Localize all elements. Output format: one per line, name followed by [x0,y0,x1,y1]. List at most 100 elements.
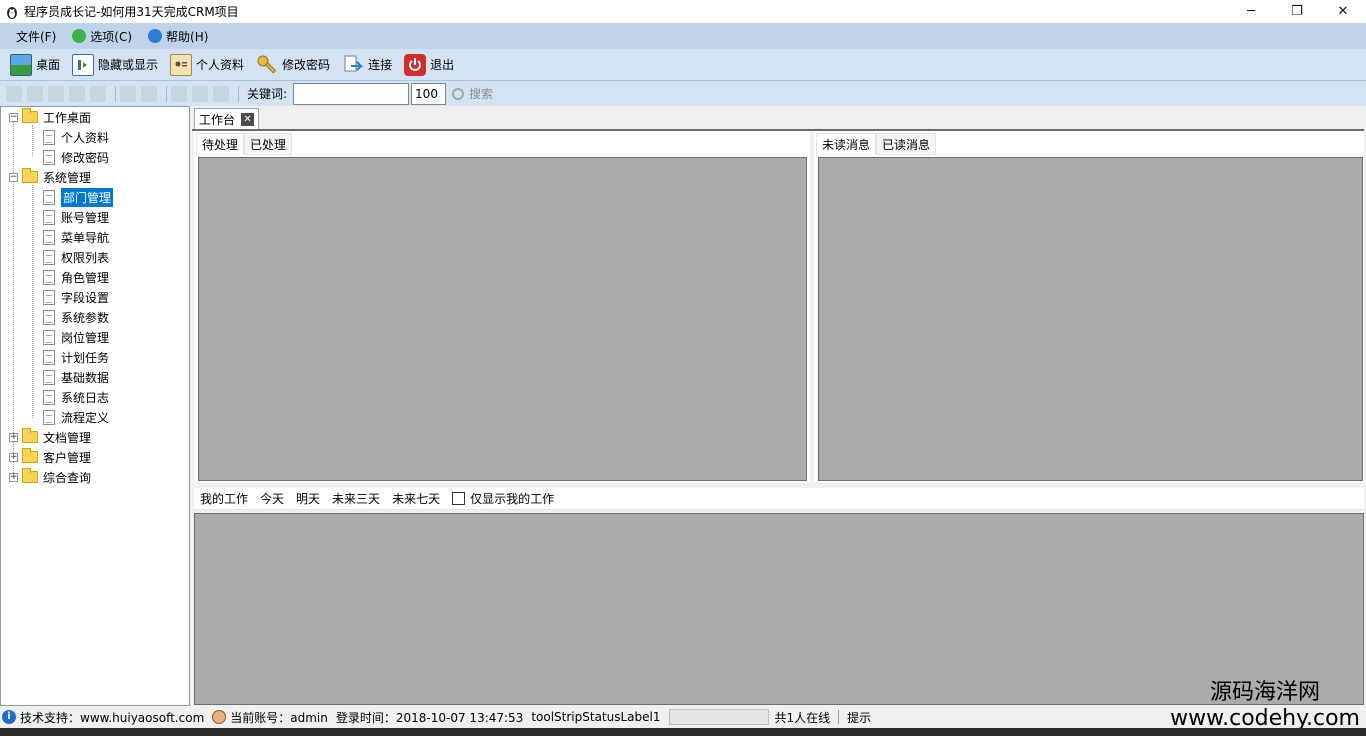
tab-next-seven-days[interactable]: 未来七天 [386,488,446,510]
document-icon [43,209,55,225]
tree-node-item[interactable]: 修改密码 [43,147,109,167]
menu-options[interactable]: 选项(C) [64,25,140,47]
keyword-input[interactable] [293,82,410,105]
work-grid[interactable] [194,513,1364,705]
document-icon [43,249,55,265]
status-separator [838,710,840,724]
refresh-icon[interactable] [6,85,22,102]
document-icon [43,369,55,385]
tab-unread-messages[interactable]: 未读消息 [816,133,877,155]
only-mine-checkbox[interactable]: 仅显示我的工作 [446,488,560,510]
tree-node-item[interactable]: 账号管理 [43,207,109,227]
menu-help[interactable]: 帮助(H) [140,25,216,47]
save-icon[interactable] [69,85,85,102]
exit-label: 退出 [430,58,455,72]
tree-node-label: 账号管理 [61,210,110,225]
tab-my-work[interactable]: 我的工作 [194,488,254,510]
document-icon [43,229,55,245]
tree-node-group[interactable]: − 系统管理 [9,167,91,187]
expand-icon[interactable]: + [9,472,18,482]
tree-node-group[interactable]: + 文档管理 [9,427,91,447]
tree-guide-line [32,185,33,418]
tree-node-label: 流程定义 [61,410,110,425]
tree-node-item[interactable]: 部门管理 [43,187,114,207]
tree-node-group[interactable]: + 综合查询 [9,467,91,487]
search-button[interactable]: 搜索 [452,85,493,102]
info-icon: i [2,710,16,724]
menu-file-label: 文件(F) [16,29,57,44]
undo-icon[interactable] [120,85,136,102]
tree-node-item[interactable]: 系统日志 [43,387,109,407]
tree-node-item[interactable]: 基础数据 [43,367,109,387]
restore-button[interactable]: ❐ [1274,0,1320,23]
document-icon [43,309,55,325]
title-bar: 程序员成长记-如何用31天完成CRM项目 ─ ❐ ✕ [0,0,1366,23]
grid-icon[interactable] [27,85,43,102]
new-icon[interactable] [48,85,64,102]
tree-node-item[interactable]: 岗位管理 [43,327,109,347]
export-icon[interactable] [213,85,229,102]
tree-node-item[interactable]: 字段设置 [43,287,109,307]
tab-tomorrow[interactable]: 明天 [290,488,326,510]
tab-workbench[interactable]: 工作台 ✕ [194,108,260,130]
profile-button[interactable]: 个人资料 [166,52,248,78]
tree-guide-line [32,125,33,157]
work-filter-tabs: 我的工作 今天 明天 未来三天 未来七天 仅显示我的工作 [194,488,1364,510]
tree-node-group[interactable]: − 工作桌面 [9,107,91,127]
connect-icon [342,54,364,76]
redo-icon[interactable] [141,85,157,102]
tab-today[interactable]: 今天 [254,488,290,510]
support-status: i 技术支持：www.huiyaosoft.com [2,709,204,726]
document-icon [43,189,55,205]
expand-icon[interactable]: + [9,452,18,462]
power-icon [404,53,427,76]
desktop-button[interactable]: 桌面 [6,52,64,78]
message-grid[interactable] [818,157,1363,481]
collapse-icon[interactable]: − [9,172,18,182]
task-grid[interactable] [198,157,807,481]
menu-bar: 文件(F) 选项(C) 帮助(H) [0,23,1366,49]
tree-node-item[interactable]: 个人资料 [43,127,109,147]
tree-node-label: 基础数据 [61,370,110,385]
connect-button[interactable]: 连接 [338,52,396,78]
document-icon [43,349,55,365]
tree-node-label: 角色管理 [61,270,110,285]
hint-text: 提示 [847,710,872,725]
tab-processed[interactable]: 已处理 [244,133,293,155]
change-password-button[interactable]: 修改密码 [252,52,334,78]
close-tab-icon[interactable]: ✕ [241,113,255,126]
toggle-visibility-button[interactable]: 隐藏或显示 [68,52,162,78]
minimize-button[interactable]: ─ [1228,0,1274,23]
tree-node-group[interactable]: + 客户管理 [9,447,91,467]
folder-icon [22,468,38,483]
close-button[interactable]: ✕ [1320,0,1366,23]
tree-node-label: 权限列表 [61,250,110,265]
menu-file[interactable]: 文件(F) [8,25,64,47]
checkbox-box[interactable] [452,492,466,505]
grid-toolbar: 关键词: 搜索 [0,81,1366,106]
menu-options-label: 选项(C) [90,29,133,44]
tree-node-item[interactable]: 角色管理 [43,267,109,287]
tab-pending[interactable]: 待处理 [196,133,245,155]
tree-node-item[interactable]: 流程定义 [43,407,109,427]
toolbar-separator [115,85,116,102]
page-size-input[interactable] [411,82,447,105]
tree-node-item[interactable]: 计划任务 [43,347,109,367]
tab-next-three-days[interactable]: 未来三天 [326,488,386,510]
save-all-icon[interactable] [90,85,106,102]
print-icon[interactable] [192,85,208,102]
tree-node-item[interactable]: 菜单导航 [43,227,109,247]
id-card-icon [170,53,193,76]
exit-button[interactable]: 退出 [400,52,458,78]
expand-icon[interactable]: + [9,432,18,442]
profile-label: 个人资料 [196,58,245,72]
delete-icon[interactable] [171,85,187,102]
collapse-icon[interactable]: − [9,112,18,122]
toggle-visibility-label: 隐藏或显示 [98,58,159,72]
tree-node-item[interactable]: 权限列表 [43,247,109,267]
login-time-text: 登录时间：2018-10-07 13:47:53 [335,710,524,725]
tab-read-messages[interactable]: 已读消息 [876,133,937,155]
folder-icon [22,428,38,443]
key-icon [256,54,278,76]
tree-node-item[interactable]: 系统参数 [43,307,109,327]
